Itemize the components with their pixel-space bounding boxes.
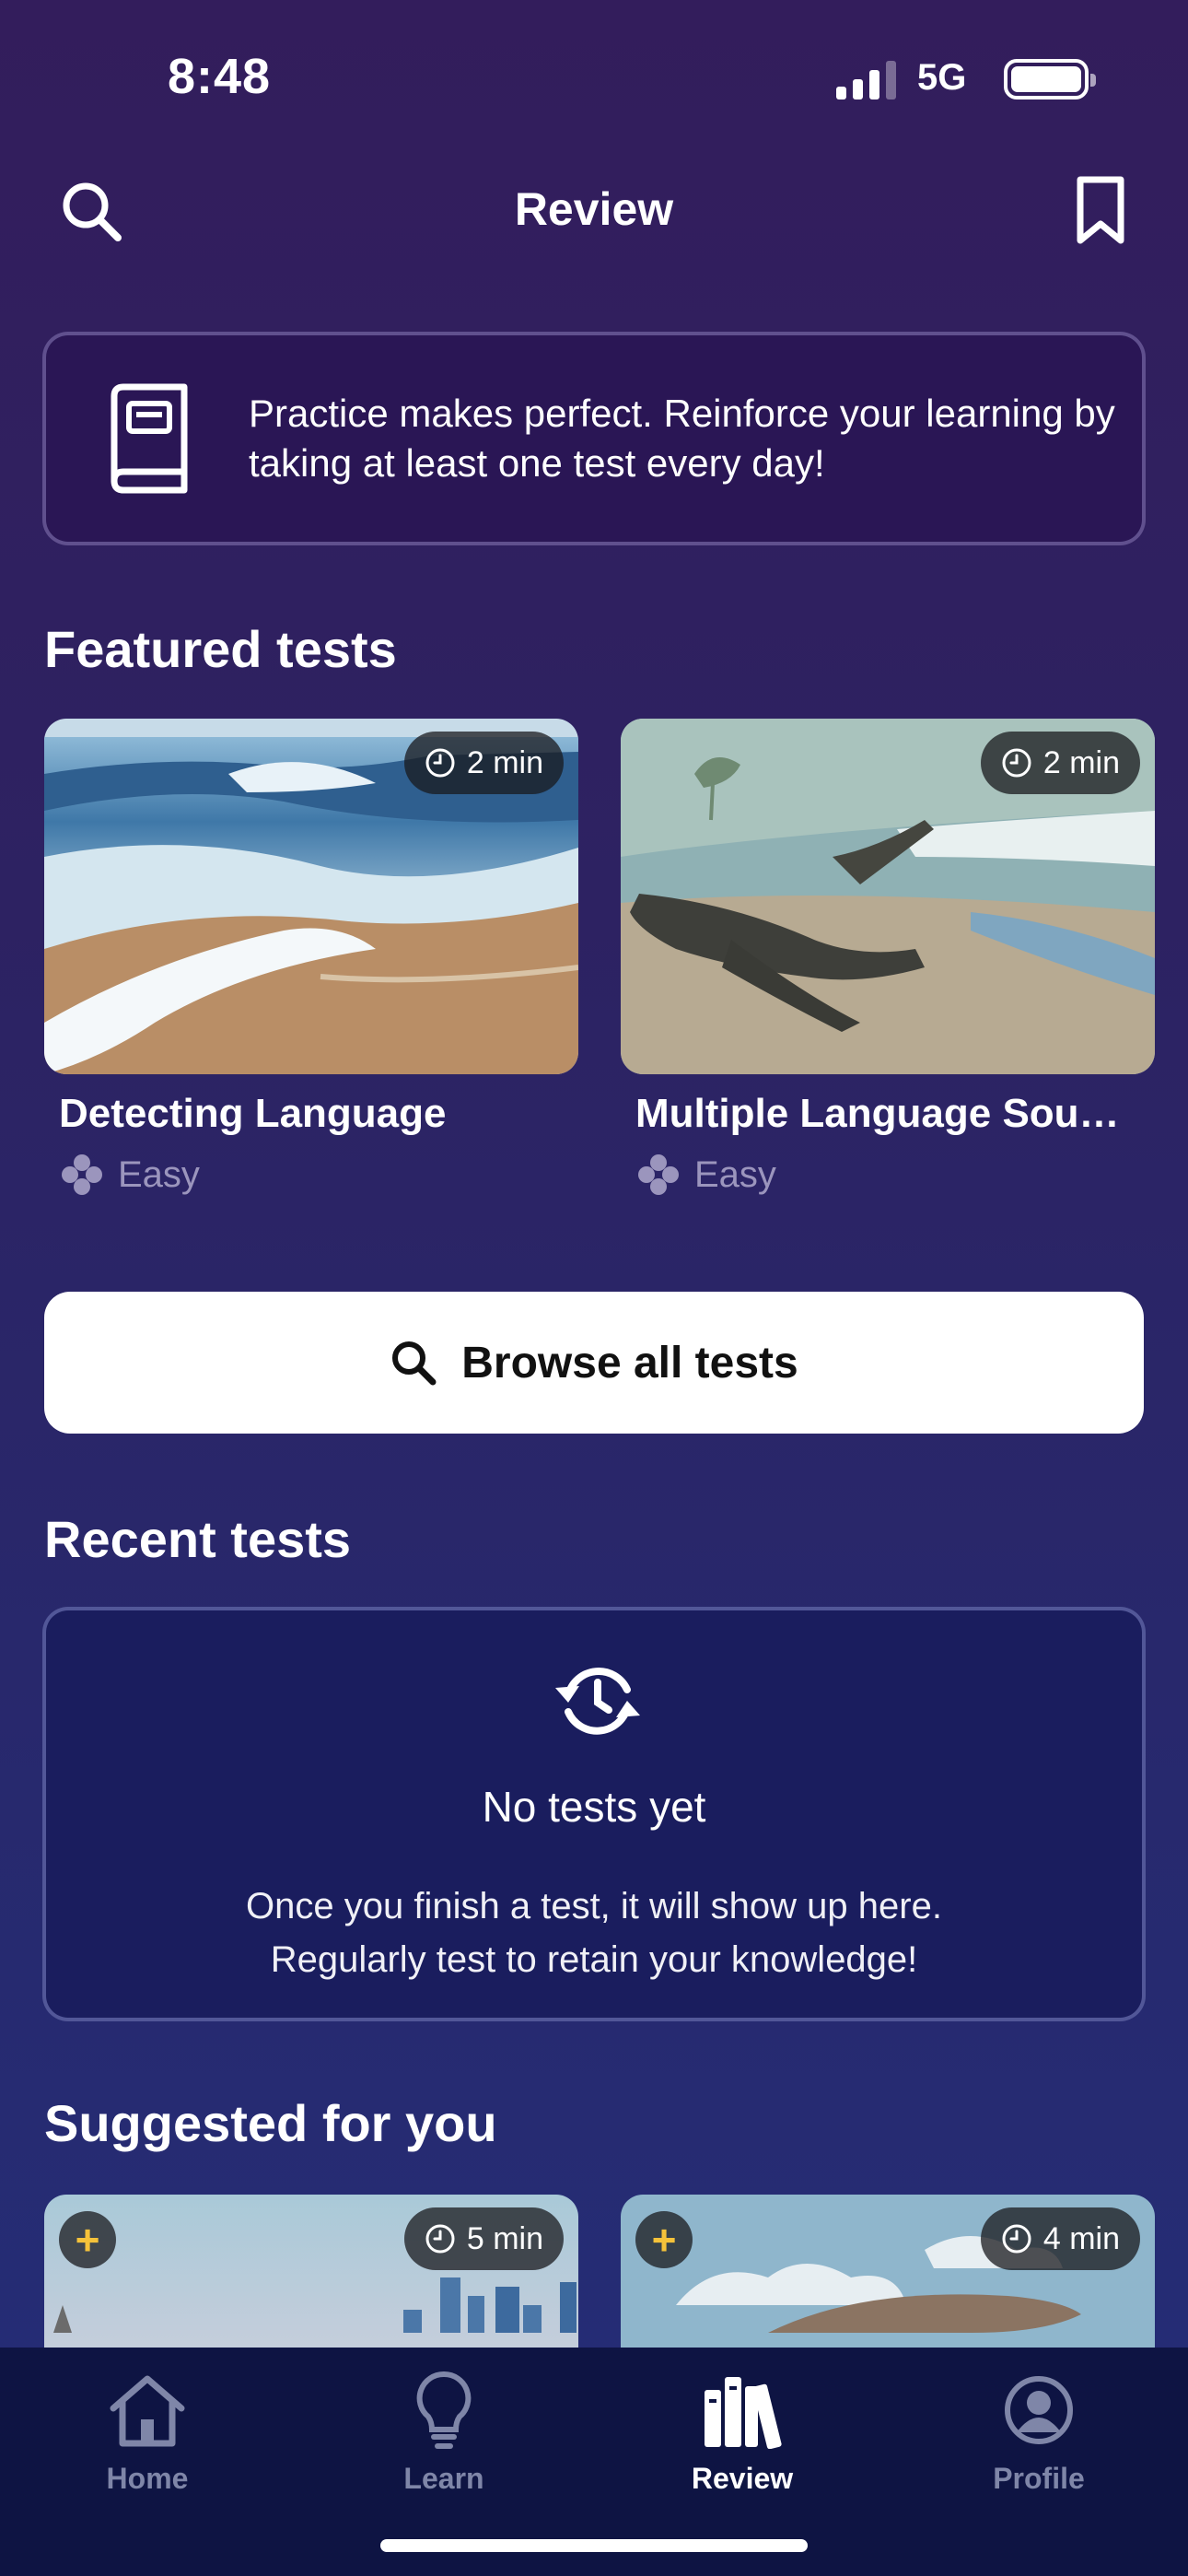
recent-tests-title: Recent tests bbox=[44, 1510, 352, 1568]
empty-description: Once you finish a test, it will show up … bbox=[46, 1879, 1142, 1986]
history-icon bbox=[555, 1668, 640, 1735]
tab-label: Review bbox=[691, 2462, 794, 2495]
battery-icon bbox=[1004, 59, 1096, 100]
empty-line-1: Once you finish a test, it will show up … bbox=[246, 1886, 942, 1926]
difficulty-dots-icon bbox=[638, 1154, 679, 1195]
duration-text: 4 min bbox=[1042, 2220, 1120, 2256]
home-indicator bbox=[380, 2539, 808, 2552]
tab-label: Home bbox=[106, 2462, 189, 2495]
profile-icon bbox=[1005, 2376, 1073, 2444]
clock-icon bbox=[1002, 748, 1031, 778]
beach-driftwood-image: 2 min bbox=[621, 719, 1155, 1074]
book-icon bbox=[111, 383, 188, 494]
card-title: Multiple Language Sou… bbox=[635, 1091, 1120, 1136]
duration-pill: 2 min bbox=[403, 732, 564, 794]
recent-tests-empty-state: No tests yet Once you finish a test, it … bbox=[42, 1607, 1146, 2021]
home-icon bbox=[110, 2375, 185, 2447]
card-title: Detecting Language bbox=[59, 1091, 447, 1136]
difficulty-label: Easy bbox=[635, 1152, 1155, 1198]
top-nav: Review bbox=[0, 157, 1188, 267]
tab-profile[interactable]: Profile bbox=[947, 2364, 1131, 2496]
bookmark-icon bbox=[1077, 176, 1124, 244]
difficulty-label: Easy bbox=[59, 1152, 578, 1198]
add-icon[interactable]: + bbox=[635, 2211, 693, 2268]
difficulty-text: Easy bbox=[694, 1153, 776, 1195]
tab-learn[interactable]: Learn bbox=[352, 2364, 536, 2496]
featured-card[interactable]: 2 min Multiple Language Sou… Easy bbox=[621, 719, 1155, 1198]
tab-label: Learn bbox=[403, 2462, 484, 2495]
suggested-title: Suggested for you bbox=[44, 2094, 497, 2152]
status-time: 8:48 bbox=[168, 49, 272, 104]
bookmark-button[interactable] bbox=[1059, 170, 1142, 252]
library-icon bbox=[705, 2377, 782, 2449]
browse-all-tests-button[interactable]: Browse all tests bbox=[44, 1292, 1144, 1434]
clock-icon bbox=[1002, 2224, 1031, 2254]
lightbulb-icon bbox=[416, 2371, 472, 2449]
duration-pill: 2 min bbox=[980, 732, 1140, 794]
banner-text: Practice makes perfect. Reinforce your l… bbox=[249, 392, 1115, 485]
status-bar: 8:48 5G bbox=[0, 0, 1188, 157]
empty-line-2: Regularly test to retain your knowledge! bbox=[270, 1939, 918, 1980]
difficulty-dots-icon bbox=[62, 1154, 102, 1195]
beach-waves-image: 2 min bbox=[44, 719, 578, 1074]
duration-pill: 4 min bbox=[980, 2207, 1140, 2270]
clock-icon bbox=[425, 2224, 455, 2254]
duration-text: 2 min bbox=[1042, 744, 1120, 780]
tab-home[interactable]: Home bbox=[55, 2364, 239, 2496]
network-label: 5G bbox=[917, 57, 967, 98]
add-icon[interactable]: + bbox=[59, 2211, 116, 2268]
featured-card[interactable]: 2 min Detecting Language Easy bbox=[44, 719, 578, 1198]
duration-text: 5 min bbox=[466, 2220, 543, 2256]
featured-tests-title: Featured tests bbox=[44, 620, 397, 678]
tab-review[interactable]: Review bbox=[650, 2364, 834, 2496]
clock-icon bbox=[425, 748, 455, 778]
motivation-banner: Practice makes perfect. Reinforce your l… bbox=[42, 332, 1146, 545]
difficulty-text: Easy bbox=[118, 1153, 200, 1195]
duration-pill: 5 min bbox=[403, 2207, 564, 2270]
cellular-signal-icon bbox=[836, 61, 896, 100]
page-title: Review bbox=[514, 183, 674, 235]
tab-label: Profile bbox=[993, 2462, 1085, 2495]
browse-label: Browse all tests bbox=[461, 1338, 798, 1388]
empty-title: No tests yet bbox=[482, 1783, 706, 1831]
duration-text: 2 min bbox=[466, 744, 543, 780]
search-icon bbox=[392, 1341, 437, 1386]
